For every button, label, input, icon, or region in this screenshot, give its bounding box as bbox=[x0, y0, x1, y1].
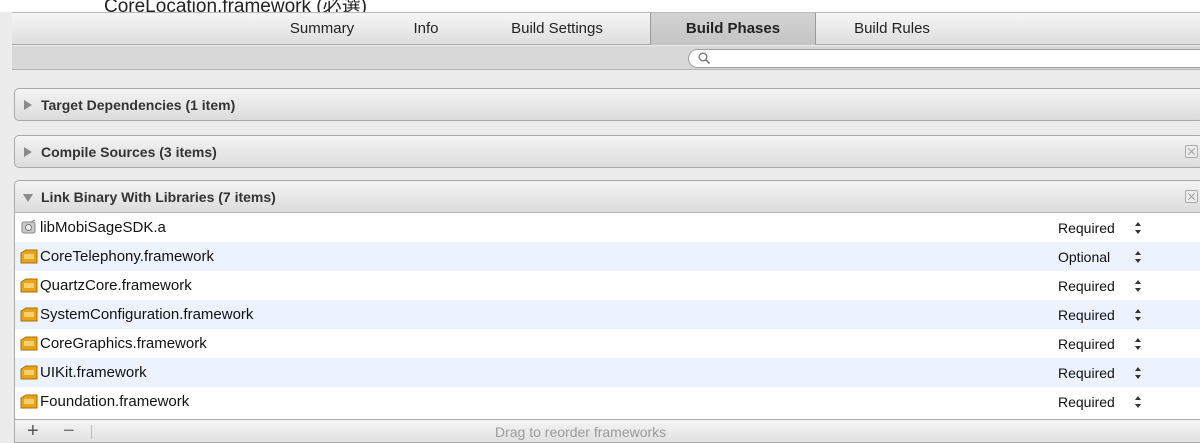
library-row[interactable]: UIKit.framework Required bbox=[15, 358, 1200, 387]
phase-compile-sources[interactable]: Compile Sources (3 items) bbox=[14, 135, 1200, 168]
framework-icon bbox=[20, 249, 38, 264]
stepper-arrows-icon[interactable] bbox=[1134, 337, 1142, 351]
phase-title: Link Binary With Libraries (7 items) bbox=[41, 189, 276, 205]
phase-target-dependencies[interactable]: Target Dependencies (1 item) bbox=[14, 88, 1200, 121]
framework-icon bbox=[20, 336, 38, 351]
phase-link-binary-with-libraries[interactable]: Link Binary With Libraries (7 items) bbox=[14, 180, 1200, 213]
library-row[interactable]: libMobiSageSDK.a Required bbox=[15, 213, 1200, 242]
library-name: CoreTelephony.framework bbox=[40, 248, 214, 265]
framework-icon bbox=[20, 278, 38, 293]
library-name: QuartzCore.framework bbox=[40, 277, 192, 294]
library-name: CoreGraphics.framework bbox=[40, 335, 207, 352]
delete-phase-icon[interactable] bbox=[1185, 145, 1198, 158]
footer-divider bbox=[91, 425, 92, 439]
tab-build-rules[interactable]: Build Rules bbox=[832, 13, 952, 45]
document-caption: CoreLocation.framework (必選) bbox=[0, 0, 1200, 12]
library-row[interactable]: CoreGraphics.framework Required bbox=[15, 329, 1200, 358]
caption-text: CoreLocation.framework (必選) bbox=[104, 0, 367, 12]
add-library-button[interactable]: + bbox=[27, 420, 39, 442]
stepper-arrows-icon[interactable] bbox=[1134, 366, 1142, 380]
framework-icon bbox=[20, 307, 38, 322]
library-name: SystemConfiguration.framework bbox=[40, 306, 254, 323]
stepper-arrows-icon[interactable] bbox=[1134, 279, 1142, 293]
tab-summary[interactable]: Summary bbox=[262, 13, 382, 45]
stepper-arrows-icon[interactable] bbox=[1134, 250, 1142, 264]
library-name: Foundation.framework bbox=[40, 393, 190, 410]
library-list: libMobiSageSDK.a Required CoreTelephony.… bbox=[14, 213, 1200, 419]
library-status[interactable]: Required bbox=[1058, 394, 1115, 410]
library-name: UIKit.framework bbox=[40, 364, 147, 381]
disclosure-triangle-down-icon[interactable] bbox=[23, 194, 33, 202]
disclosure-triangle-right-icon[interactable] bbox=[24, 100, 32, 110]
library-list-footer: + − Drag to reorder frameworks bbox=[14, 419, 1200, 443]
library-status[interactable]: Required bbox=[1058, 278, 1115, 294]
tab-build-phases[interactable]: Build Phases bbox=[650, 13, 816, 45]
framework-icon bbox=[20, 394, 38, 409]
stepper-arrows-icon[interactable] bbox=[1134, 221, 1142, 235]
stepper-arrows-icon[interactable] bbox=[1134, 308, 1142, 322]
search-input[interactable] bbox=[715, 51, 1195, 66]
library-status[interactable]: Required bbox=[1058, 307, 1115, 323]
framework-icon bbox=[20, 365, 38, 380]
library-status[interactable]: Required bbox=[1058, 336, 1115, 352]
static-library-icon bbox=[21, 219, 36, 234]
library-status[interactable]: Required bbox=[1058, 220, 1115, 236]
reorder-hint: Drag to reorder frameworks bbox=[495, 424, 667, 440]
phase-title: Compile Sources (3 items) bbox=[41, 144, 217, 160]
disclosure-triangle-right-icon[interactable] bbox=[24, 147, 32, 157]
remove-library-button[interactable]: − bbox=[63, 420, 75, 442]
tab-build-settings[interactable]: Build Settings bbox=[482, 13, 632, 45]
library-row[interactable]: SystemConfiguration.framework Required bbox=[15, 300, 1200, 329]
tab-info[interactable]: Info bbox=[396, 13, 456, 45]
filter-bar bbox=[12, 46, 1200, 70]
library-row[interactable]: CoreTelephony.framework Optional bbox=[15, 242, 1200, 271]
library-status[interactable]: Optional bbox=[1058, 249, 1110, 265]
magnifier-icon bbox=[698, 52, 711, 65]
phase-title: Target Dependencies (1 item) bbox=[41, 97, 236, 113]
search-field[interactable] bbox=[688, 49, 1200, 68]
library-row[interactable]: QuartzCore.framework Required bbox=[15, 271, 1200, 300]
editor-tab-bar: Summary Info Build Settings Build Phases… bbox=[12, 12, 1200, 45]
delete-phase-icon[interactable] bbox=[1185, 190, 1198, 203]
stepper-arrows-icon[interactable] bbox=[1134, 395, 1142, 409]
library-row[interactable]: Foundation.framework Required bbox=[15, 387, 1200, 416]
library-name: libMobiSageSDK.a bbox=[40, 219, 166, 236]
library-status[interactable]: Required bbox=[1058, 365, 1115, 381]
